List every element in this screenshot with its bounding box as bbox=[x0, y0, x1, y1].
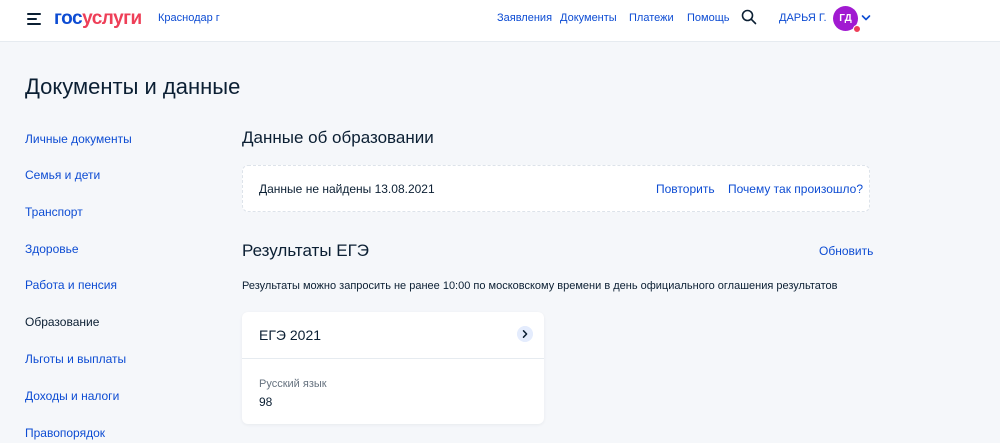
sidebar-item-health[interactable]: Здоровье bbox=[25, 242, 79, 256]
city-selector[interactable]: Краснодар г bbox=[158, 12, 220, 24]
ege-card-title: ЕГЭ 2021 bbox=[259, 327, 322, 343]
user-name[interactable]: ДАРЬЯ Г. bbox=[779, 12, 827, 24]
search-icon[interactable] bbox=[741, 9, 757, 25]
ege-card[interactable]: ЕГЭ 2021 Русский язык 98 bbox=[242, 312, 544, 424]
nav-applications[interactable]: Заявления bbox=[497, 12, 552, 24]
subject-label: Русский язык bbox=[259, 378, 327, 390]
sidebar-item-benefits[interactable]: Льготы и выплаты bbox=[25, 352, 126, 366]
ege-section-title: Результаты ЕГЭ bbox=[242, 241, 370, 260]
nav-payments[interactable]: Платежи bbox=[629, 12, 674, 24]
sidebar-item-law[interactable]: Правопорядок bbox=[25, 426, 105, 440]
why-link[interactable]: Почему так произошло? bbox=[728, 182, 863, 196]
sidebar-item-income-taxes[interactable]: Доходы и налоги bbox=[25, 389, 119, 403]
sidebar-item-education[interactable]: Образование bbox=[25, 315, 99, 329]
notice-text: Данные не найдены 13.08.2021 bbox=[259, 182, 435, 196]
gosuslugi-logo[interactable]: госуслуги bbox=[54, 8, 142, 30]
nav-documents[interactable]: Документы bbox=[560, 12, 617, 24]
chevron-right-icon[interactable] bbox=[517, 326, 533, 342]
education-section-title: Данные об образовании bbox=[242, 128, 434, 147]
education-notice: Данные не найдены 13.08.2021 Повторить П… bbox=[242, 165, 870, 212]
sidebar-item-transport[interactable]: Транспорт bbox=[25, 205, 83, 219]
subject-score: 98 bbox=[259, 395, 273, 409]
chevron-down-icon[interactable] bbox=[861, 13, 871, 23]
card-divider bbox=[242, 358, 544, 359]
menu-icon[interactable] bbox=[27, 13, 41, 25]
sidebar-item-personal-documents[interactable]: Личные документы bbox=[25, 132, 132, 146]
nav-help[interactable]: Помощь bbox=[687, 12, 730, 24]
sidebar-item-work-pension[interactable]: Работа и пенсия bbox=[25, 278, 117, 292]
page-title: Документы и данные bbox=[25, 74, 241, 99]
ege-hint: Результаты можно запросить не ранее 10:0… bbox=[242, 280, 838, 292]
refresh-link[interactable]: Обновить bbox=[819, 244, 873, 258]
top-header: госуслуги Краснодар г Заявления Документ… bbox=[0, 0, 1000, 42]
retry-link[interactable]: Повторить bbox=[656, 182, 715, 196]
sidebar-item-family[interactable]: Семья и дети bbox=[25, 168, 100, 182]
notification-dot bbox=[853, 25, 861, 33]
